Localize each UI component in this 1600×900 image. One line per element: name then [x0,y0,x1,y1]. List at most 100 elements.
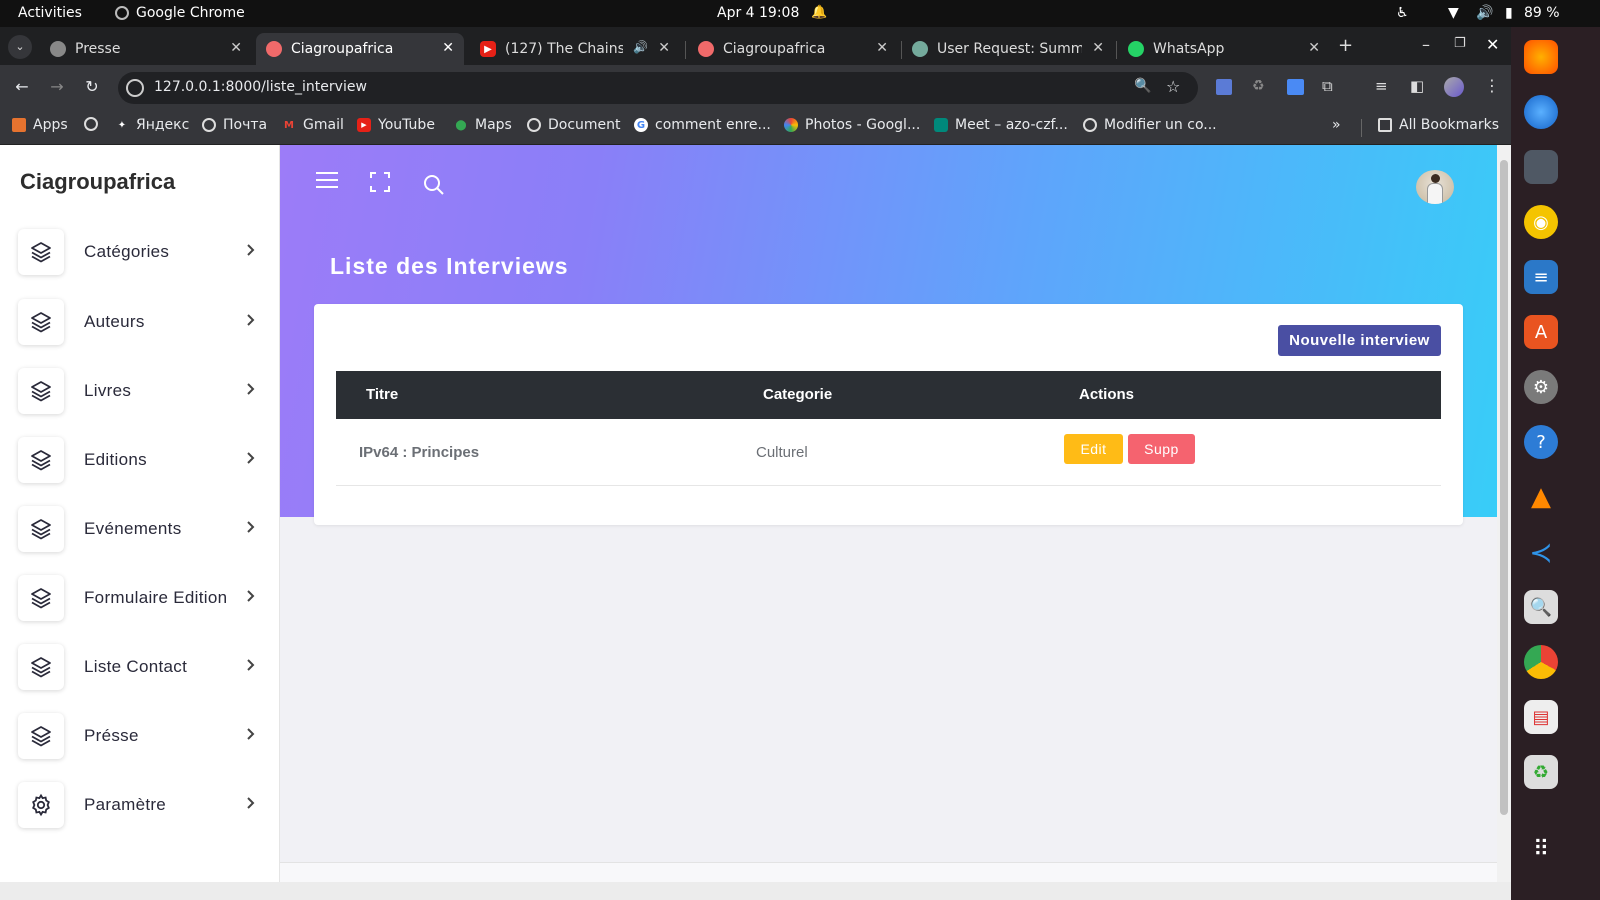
delete-button[interactable]: Supp [1128,434,1195,464]
image-viewer-icon[interactable]: 🔍 [1524,590,1558,624]
help-icon[interactable]: ? [1524,425,1558,459]
vlc-icon[interactable]: ▲ [1524,480,1558,514]
bookmark-star-icon[interactable]: ☆ [1166,77,1180,96]
ciagroup-logo-icon [698,41,714,57]
bookmark-photos[interactable]: Photos - Googl... [784,117,920,133]
edit-button[interactable]: Edit [1064,434,1123,464]
close-tab-icon[interactable]: ✕ [658,40,670,56]
user-avatar[interactable] [1416,170,1454,204]
zoom-icon[interactable]: 🔍 [1134,78,1151,94]
search-icon[interactable] [423,174,445,196]
close-window-button[interactable]: ✕ [1486,35,1499,54]
tab-label: Presse [75,41,121,57]
accessibility-icon[interactable]: ♿ [1396,5,1409,21]
close-tab-icon[interactable]: ✕ [442,40,454,56]
bookmark-document[interactable]: Document [527,117,621,133]
page-scrollbar-thumb[interactable] [1500,160,1508,815]
notification-bell-icon[interactable]: 🔔 [811,5,827,20]
extension-icon[interactable] [1216,79,1232,95]
battery-icon[interactable]: ▮ [1505,5,1513,21]
document-viewer-icon[interactable]: ▤ [1524,700,1558,734]
column-header-titre: Titre [366,386,399,403]
bookmark-pochta[interactable]: Почта [202,117,267,133]
recycle-extension-icon[interactable]: ♻ [1252,78,1265,94]
chevron-right-icon [246,243,256,261]
more-bookmarks-chevron-icon[interactable]: » [1332,117,1341,133]
bookmark-google-search[interactable]: Gcomment enre... [634,117,771,133]
chevron-right-icon [246,589,256,607]
active-app-menu[interactable]: Google Chrome [115,5,245,21]
back-button[interactable]: ← [10,77,34,96]
bookmark-globe[interactable] [84,117,105,131]
sidebar-item-formulaire-edition[interactable]: Formulaire Edition [18,573,266,623]
close-tab-icon[interactable]: ✕ [1308,40,1320,56]
sidebar-item-presse[interactable]: Présse [18,711,266,761]
hamburger-menu-icon[interactable] [316,172,338,188]
translate-extension-icon[interactable] [1287,79,1304,95]
sidebar-item-categories[interactable]: Catégories [18,227,266,277]
close-tab-icon[interactable]: ✕ [876,40,888,56]
tab-presse[interactable]: Presse ✕ [40,33,252,65]
tab-whatsapp[interactable]: WhatsApp ✕ [1118,33,1330,65]
vscode-icon[interactable]: ≺ [1524,535,1558,569]
sidebar-item-livres[interactable]: Livres [18,366,266,416]
close-tab-icon[interactable]: ✕ [1092,40,1104,56]
maximize-window-button[interactable]: ❐ [1454,36,1466,51]
site-info-icon[interactable] [126,79,144,97]
activities-button[interactable]: Activities [18,5,82,21]
all-bookmarks-button[interactable]: All Bookmarks [1378,117,1499,133]
sidebar-item-liste-contact[interactable]: Liste Contact [18,642,266,692]
fullscreen-icon[interactable] [370,172,390,192]
audio-playing-icon[interactable]: 🔊 [633,40,648,54]
profile-avatar[interactable] [1444,77,1464,97]
trash-icon[interactable]: ♻ [1524,755,1558,789]
volume-icon[interactable]: 🔊 [1476,5,1493,21]
settings-gear-icon[interactable]: ⚙ [1524,370,1558,404]
tab-ciagroupafrica-active[interactable]: Ciagroupafrica ✕ [256,33,464,65]
close-tab-icon[interactable]: ✕ [230,40,242,56]
wifi-icon[interactable]: ▼ [1448,5,1459,21]
bookmark-gmail[interactable]: M Gmail [282,117,344,133]
app-center-icon[interactable]: A [1524,315,1558,349]
new-tab-button[interactable]: + [1338,35,1353,56]
new-interview-button[interactable]: Nouvelle interview [1278,325,1441,356]
bookmark-meet[interactable]: Meet – azo-czf... [934,117,1068,133]
sidebar-item-parametre[interactable]: Paramètre [18,780,266,830]
bookmark-yandex[interactable]: ✦ Яндекс [115,117,190,133]
bookmark-apps[interactable]: Apps [12,117,68,133]
sidebar: Ciagroupafrica Catégories Auteurs Livres Ed… [0,145,280,882]
bookmark-maps[interactable]: ⬤ Maps [454,117,511,133]
extensions-puzzle-icon[interactable]: ⧉ [1322,77,1333,95]
minimize-window-button[interactable]: – [1422,35,1430,54]
tab-ciagroupafrica[interactable]: Ciagroupafrica ✕ [688,33,898,65]
forward-button[interactable]: → [45,77,69,96]
sidebar-item-editions[interactable]: Editions [18,435,266,485]
libreoffice-writer-icon[interactable]: ≡ [1524,260,1558,294]
bookmark-youtube[interactable]: ▶ YouTube [357,117,435,133]
battery-percent: 89 % [1524,5,1560,21]
firefox-icon[interactable] [1524,40,1558,74]
table-row: IPv64 : Principes Culturel Edit Supp [336,419,1441,486]
sidebar-item-auteurs[interactable]: Auteurs [18,297,266,347]
sidebar-item-evenements[interactable]: Evénements [18,504,266,554]
tab-youtube[interactable]: ▶ (127) The Chainsmokers 🔊 ✕ [470,33,680,65]
tab-strip: ⌄ Presse ✕ Ciagroupafrica ✕ ▶ (127) The … [0,27,1543,65]
side-panel-icon[interactable]: ◧ [1410,77,1424,95]
bookmark-modifier[interactable]: Modifier un co... [1083,117,1217,133]
tab-search-button[interactable]: ⌄ [8,35,32,59]
reload-button[interactable]: ↻ [80,77,104,96]
globe-icon [1083,118,1097,132]
sidebar-brand[interactable]: Ciagroupafrica [20,169,175,195]
media-controls-icon[interactable]: ≡ [1375,77,1388,95]
thunderbird-icon[interactable] [1524,95,1558,129]
address-bar[interactable]: 127.0.0.1:8000/liste_interview 🔍 ☆ [118,72,1198,104]
tab-chatgpt[interactable]: User Request: Summarize ✕ [902,33,1114,65]
rhythmbox-icon[interactable]: ◉ [1524,205,1558,239]
column-header-actions: Actions [1079,386,1135,403]
chrome-dock-icon[interactable] [1524,645,1558,679]
clock[interactable]: Apr 4 19:08 [717,5,799,21]
show-apps-grid-icon[interactable]: ⠿ [1524,832,1558,866]
chrome-menu-icon[interactable]: ⋮ [1484,76,1500,95]
url-text[interactable]: 127.0.0.1:8000/liste_interview [154,79,367,95]
files-icon[interactable] [1524,150,1558,184]
